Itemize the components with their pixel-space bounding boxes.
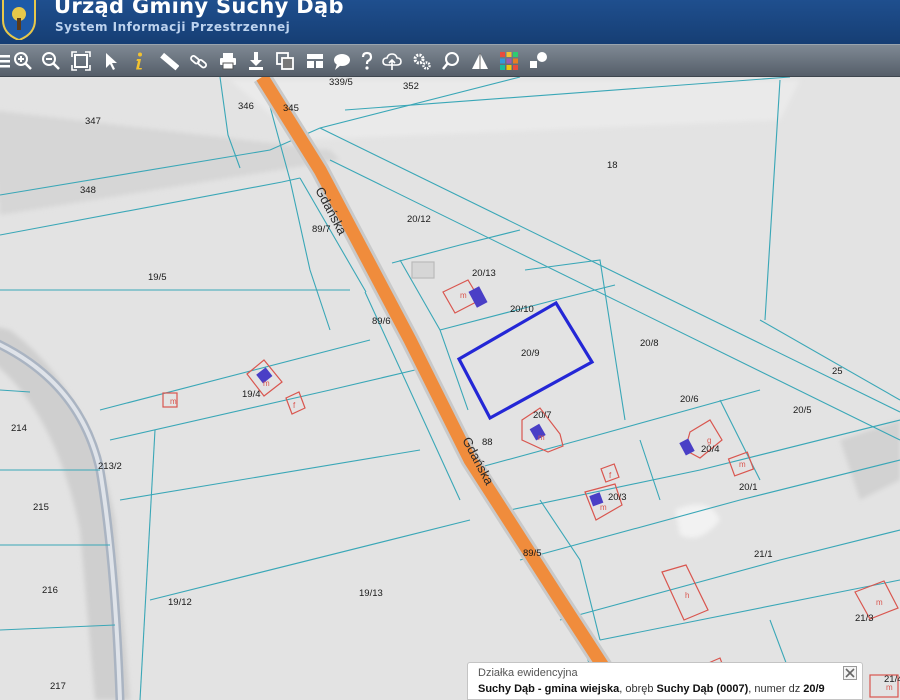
plot-label: 20/6	[680, 394, 699, 405]
municipality-crest-icon	[2, 0, 36, 40]
building-code-label: m	[460, 291, 467, 300]
info-panel-heading: Działka ewidencyjna	[478, 667, 578, 679]
plot-label: 347	[85, 116, 101, 127]
info-parcel-number: 20/9	[803, 683, 825, 695]
plot-label: 214	[11, 423, 27, 434]
plot-label: 18	[607, 160, 618, 171]
close-icon[interactable]	[843, 666, 857, 680]
info-sep-2: , numer dz	[748, 683, 804, 695]
plot-label: 88	[482, 437, 493, 448]
building-code-label: h	[685, 591, 689, 600]
settings-icon[interactable]	[410, 49, 434, 73]
plot-label: 20/12	[407, 214, 431, 225]
building-code-label: m	[739, 460, 746, 469]
building-code-label: m	[886, 683, 893, 692]
building-code-label: m	[876, 598, 883, 607]
building-code-label: m	[538, 433, 545, 442]
cloud-upload-icon[interactable]	[380, 49, 404, 73]
plot-label: 20/3	[608, 492, 627, 503]
building-code-label: m	[600, 503, 607, 512]
plot-label: 19/4	[242, 389, 261, 400]
building-code-label: m	[170, 397, 177, 406]
print-icon[interactable]	[216, 49, 240, 73]
download-icon[interactable]	[244, 49, 268, 73]
info-sep-1: , obręb	[619, 683, 657, 695]
info-icon[interactable]	[127, 49, 151, 73]
zoom-extent-icon[interactable]	[69, 49, 93, 73]
plot-label: 20/7	[533, 410, 552, 421]
map-toolbar	[0, 44, 900, 77]
plot-label: 25	[832, 366, 843, 377]
layers-grid-icon[interactable]	[497, 49, 521, 73]
plot-label: 20/10	[510, 304, 534, 315]
plot-label: 215	[33, 502, 49, 513]
page-subtitle: System Informacji Przestrzennej	[55, 20, 291, 34]
comment-icon[interactable]	[330, 49, 354, 73]
link-icon[interactable]	[187, 49, 211, 73]
plot-label: 346	[238, 101, 254, 112]
plot-label: 19/13	[359, 588, 383, 599]
copy-icon[interactable]	[273, 49, 297, 73]
plot-label: 20/4	[701, 444, 720, 455]
plot-label: 89/7	[312, 224, 331, 235]
plot-label: 20/5	[793, 405, 812, 416]
plot-label: 21/3	[855, 613, 874, 624]
plot-label: 339/5	[329, 77, 353, 88]
app-header: Urząd Gminy Suchy Dąb System Informacji …	[0, 0, 900, 44]
building-code-label: m	[263, 379, 270, 388]
plot-label: 216	[42, 585, 58, 596]
plot-label: 345	[283, 103, 299, 114]
plot-label: 20/8	[640, 338, 659, 349]
plot-label: 19/12	[168, 597, 192, 608]
plot-label: 89/6	[372, 316, 391, 327]
plot-label: 19/5	[148, 272, 167, 283]
layout-icon[interactable]	[303, 49, 327, 73]
help-icon[interactable]	[355, 49, 379, 73]
parcel-info-panel: Działka ewidencyjna Suchy Dąb - gmina wi…	[467, 662, 863, 700]
search-icon[interactable]	[439, 49, 463, 73]
plot-label: 217	[50, 681, 66, 692]
plot-label: 20/1	[739, 482, 758, 493]
plot-label: 20/13	[472, 268, 496, 279]
zoom-in-icon[interactable]	[11, 49, 35, 73]
plot-label: 89/5	[523, 548, 542, 559]
plot-label: 20/9	[521, 348, 540, 359]
measure-ruler-icon[interactable]	[157, 49, 181, 73]
terrain-icon[interactable]	[468, 49, 492, 73]
info-precinct: Suchy Dąb (0007)	[656, 683, 749, 695]
plot-label: 348	[80, 185, 96, 196]
page-title: Urząd Gminy Suchy Dąb	[54, 0, 344, 18]
plot-label: 21/1	[754, 549, 773, 560]
select-arrow-icon[interactable]	[99, 49, 123, 73]
plot-label: 213/2	[98, 461, 122, 472]
info-place: Suchy Dąb - gmina wiejska	[478, 683, 620, 695]
building-code-label: g	[707, 436, 711, 445]
zoom-out-icon[interactable]	[39, 49, 63, 73]
info-panel-body: Suchy Dąb - gmina wiejska, obręb Suchy D…	[478, 683, 825, 695]
plot-label: 352	[403, 81, 419, 92]
legend-icon[interactable]	[526, 49, 550, 73]
map-canvas[interactable]: 339/5 352 346 345 347 18 348 20/12 89/7 20/13 19/5…	[0, 77, 900, 700]
